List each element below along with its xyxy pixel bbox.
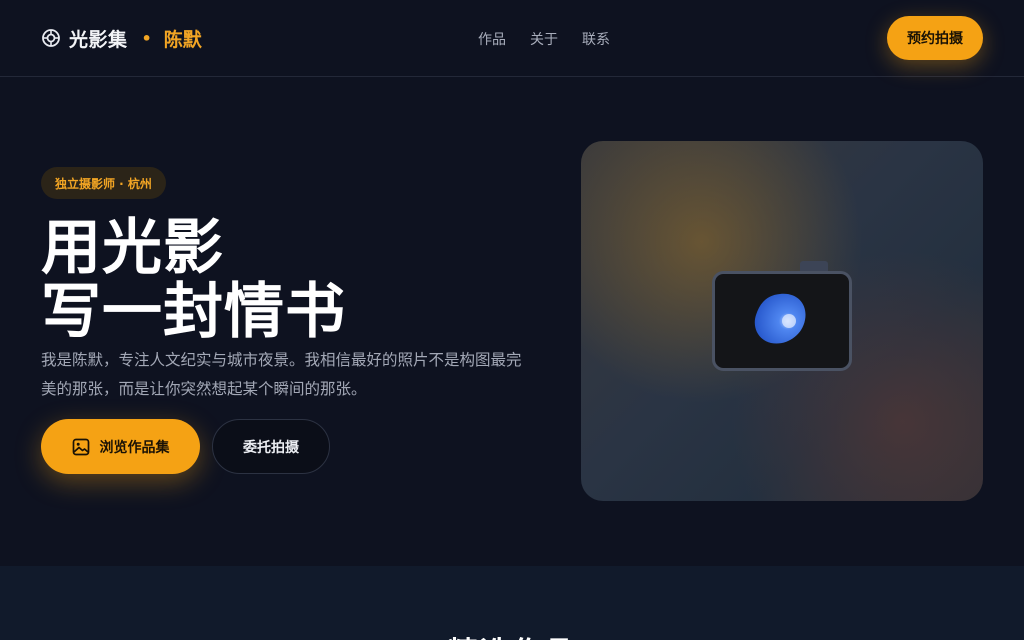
nav-item-about[interactable]: 关于 [530,29,558,49]
hero-title-line-2: 写一封情书 [41,277,346,347]
featured-works-section: 精选作品 [0,566,1024,640]
main-nav: 作品 关于 联系 [478,29,634,49]
browse-portfolio-label: 浏览作品集 [99,438,170,455]
hero-title: 用光影 写一封情书 [41,216,521,344]
nav-item-works[interactable]: 作品 [478,29,506,49]
hero-title-line-1: 用光影 [41,213,224,283]
site-header: 光影集 • 陈默 作品 关于 联系 预约拍摄 [0,0,1024,77]
commission-shoot-button[interactable]: 委托拍摄 [212,419,330,474]
book-shoot-button[interactable]: 预约拍摄 [887,16,983,60]
hero-badge: 独立摄影师 · 杭州 [41,167,166,199]
hero-visual [581,141,983,501]
aperture-icon [41,28,61,48]
hero-description: 我是陈默，专注人文纪实与城市夜景。我相信最好的照片不是构图最完美的那张，而是让你… [41,351,522,398]
brand-name: 光影集 [69,28,128,51]
nav-item-contact[interactable]: 联系 [582,29,610,49]
section-title: 精选作品 [0,628,1024,640]
image-icon [72,438,90,456]
brand[interactable]: 光影集 • 陈默 [41,26,202,51]
brand-owner: 陈默 [163,28,202,51]
browse-portfolio-button[interactable]: 浏览作品集 [41,419,200,474]
camera-icon [712,261,852,371]
brand-separator: • [141,28,152,48]
